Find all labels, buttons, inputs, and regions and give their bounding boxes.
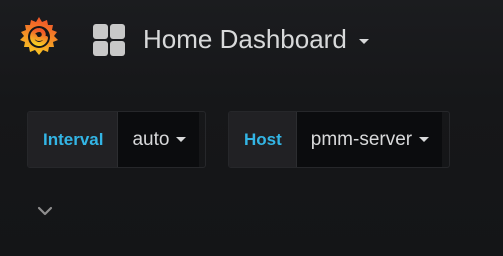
- variable-interval: Interval auto: [27, 111, 206, 168]
- dashboard-title: Home Dashboard: [143, 24, 347, 54]
- caret-down-icon: [419, 137, 430, 142]
- variable-host-value: pmm-server: [310, 128, 413, 150]
- dashboard-grid-icon[interactable]: [93, 24, 125, 56]
- variable-interval-label: Interval: [28, 112, 118, 167]
- grid-cell: [110, 41, 125, 56]
- dashboard-page: Home Dashboard Interval auto Host pmm-se…: [0, 0, 503, 256]
- variable-interval-value: auto: [132, 128, 170, 150]
- caret-down-icon: [358, 38, 369, 44]
- caret-down-icon: [176, 137, 187, 142]
- variable-host-label: Host: [229, 112, 296, 167]
- dashboard-title-picker[interactable]: Home Dashboard: [143, 22, 369, 56]
- grid-cell: [110, 24, 125, 39]
- variable-host-select[interactable]: pmm-server: [295, 112, 443, 167]
- variable-interval-select[interactable]: auto: [117, 112, 200, 167]
- grid-cell: [93, 24, 108, 39]
- grafana-logo-icon[interactable]: [16, 14, 62, 60]
- chevron-down-icon[interactable]: [36, 204, 54, 218]
- grid-cell: [93, 41, 108, 56]
- variable-host: Host pmm-server: [228, 111, 450, 168]
